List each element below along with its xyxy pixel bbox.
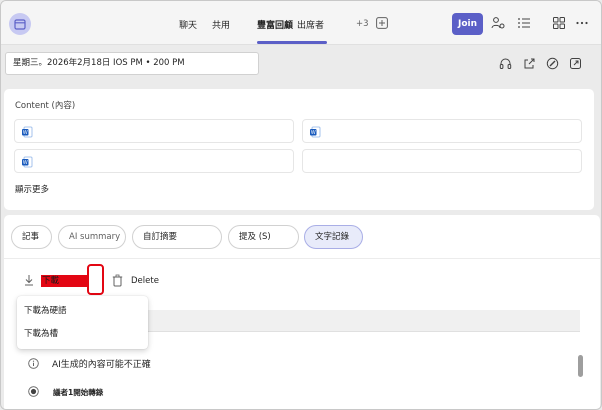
word-file-icon: W [22, 126, 33, 138]
word-file-icon: W [22, 156, 33, 168]
tab-attendees[interactable]: 出席者 [297, 18, 324, 31]
loop-icon[interactable] [546, 57, 559, 70]
file-item[interactable]: W [302, 119, 582, 143]
tab-chat[interactable]: 聊天 [179, 18, 197, 31]
file-item-empty[interactable] [302, 149, 582, 173]
transcript-entry: 議者1開始轉錄 [53, 388, 104, 397]
ai-disclaimer: AI生成的內容可能不正確 [52, 360, 151, 370]
download-menu: 下載為硬語 下載為槽 [17, 296, 148, 349]
more-tabs-count[interactable]: +3 [356, 19, 369, 29]
open-external-icon[interactable] [569, 57, 582, 70]
pill-custom-summary[interactable]: 自訂摘要 [132, 225, 222, 249]
more-options-icon[interactable] [575, 16, 589, 30]
pill-transcript[interactable]: 文字記錄 [304, 225, 363, 249]
content-title: Content (內容) [15, 101, 76, 111]
people-settings-icon[interactable] [491, 16, 505, 30]
share-icon[interactable] [523, 57, 536, 70]
menu-item-download-vtt[interactable]: 下載為槽 [24, 327, 58, 339]
pill-notes[interactable]: 記事 [11, 225, 52, 249]
tab-shared[interactable]: 共用 [212, 18, 230, 31]
download-label: 下載 [42, 276, 60, 286]
meeting-window: 聊天 共用 豐富回顧 出席者 +3 Join 星期三。2026年2月18日 IO… [0, 0, 602, 410]
active-tab-indicator [257, 41, 327, 44]
scrollbar-thumb[interactable] [578, 355, 583, 377]
calendar-icon[interactable] [9, 13, 31, 35]
pill-ai-summary[interactable]: AI summary [58, 225, 126, 249]
svg-text:W: W [311, 130, 316, 136]
header-bar: 聊天 共用 豐富回顧 出席者 +3 Join [1, 1, 601, 45]
show-more-link[interactable]: 顯示更多 [15, 183, 49, 195]
file-item[interactable]: W [14, 149, 294, 173]
delete-button[interactable]: Delete [131, 276, 159, 286]
word-file-icon: W [310, 126, 321, 138]
menu-item-download-docx[interactable]: 下載為硬語 [24, 304, 67, 316]
panel-divider [4, 258, 600, 259]
svg-text:W: W [23, 160, 28, 166]
add-tab-icon[interactable] [376, 17, 388, 29]
apps-grid-icon[interactable] [552, 16, 566, 30]
content-section: Content (內容) W W W 顯示更多 [4, 89, 594, 210]
svg-text:W: W [23, 130, 28, 136]
transcript-toolbar-row [148, 310, 580, 332]
pill-mentions[interactable]: 提及 (S) [228, 225, 299, 249]
meeting-datetime: 星期三。2026年2月18日 IOS PM • 200 PM [5, 52, 259, 75]
download-chevron-highlight[interactable] [87, 264, 104, 295]
download-icon [25, 275, 33, 286]
record-indicator-icon [28, 386, 39, 397]
join-button[interactable]: Join [452, 13, 483, 35]
tab-recap[interactable]: 豐富回顧 [257, 18, 293, 31]
trash-icon[interactable] [112, 274, 123, 287]
headphones-icon[interactable] [499, 57, 512, 70]
file-item[interactable]: W [14, 119, 294, 143]
list-icon[interactable] [517, 16, 531, 30]
info-icon [28, 358, 39, 369]
